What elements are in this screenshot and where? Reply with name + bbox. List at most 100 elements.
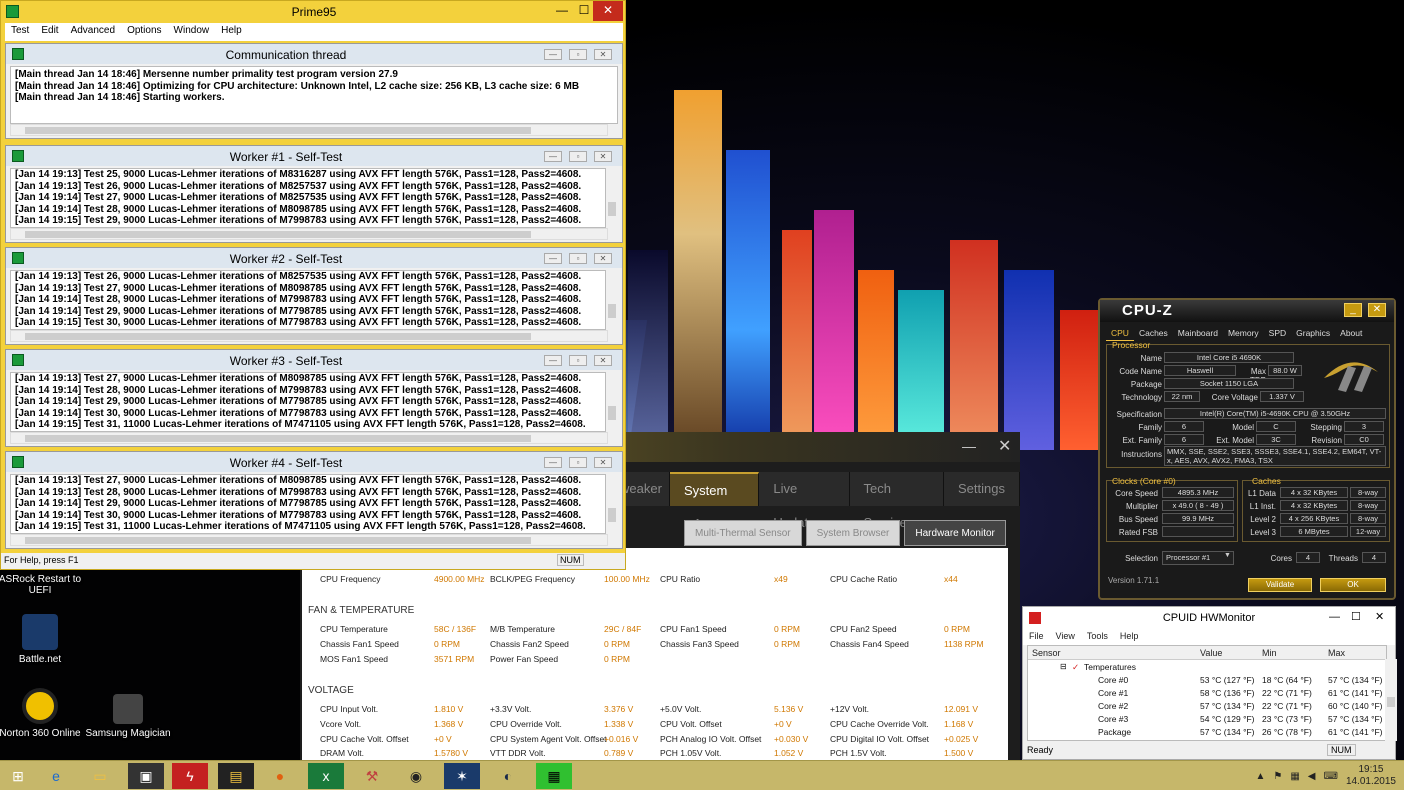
file-explorer-icon[interactable]: ▭	[82, 763, 118, 789]
tab-live-update[interactable]: Live Update	[759, 472, 850, 530]
column-header[interactable]: Sensor	[1032, 648, 1061, 658]
network-icon[interactable]: ▦	[1290, 771, 1299, 782]
minimize-icon[interactable]: —	[544, 151, 562, 162]
instructions-value: MMX, SSE, SSE2, SSE3, SSSE3, SSE4.1, SSE…	[1164, 446, 1386, 466]
column-header[interactable]: Min	[1262, 648, 1277, 658]
ok-button[interactable]: OK	[1320, 578, 1386, 592]
close-icon[interactable]: ✕	[1368, 303, 1386, 317]
close-icon[interactable]: ✕	[593, 1, 623, 21]
close-icon[interactable]: ✕	[998, 436, 1011, 456]
table-row[interactable]: Core #2 57 °C (134 °F) 22 °C (71 °F) 60 …	[1028, 699, 1386, 712]
battle-net-taskbar-icon[interactable]: ✶	[444, 763, 480, 789]
minimize-icon[interactable]: —	[544, 355, 562, 366]
desktop-icon-samsung-magician[interactable]: Samsung Magician	[78, 694, 178, 739]
start-button[interactable]: ⊞	[0, 763, 36, 789]
clock[interactable]: 19:15 14.01.2015	[1346, 764, 1396, 788]
horizontal-scrollbar[interactable]	[10, 432, 608, 444]
internet-explorer-icon[interactable]: e	[38, 763, 74, 789]
menu-edit[interactable]: Edit	[35, 23, 64, 41]
maximize-icon[interactable]: ☐	[1351, 610, 1361, 623]
steam-icon[interactable]: ◐	[490, 763, 526, 789]
menu-window[interactable]: Window	[168, 23, 216, 41]
chevron-up-icon[interactable]: ▲	[1255, 771, 1265, 782]
desktop-icon-norton[interactable]: Norton 360 Online	[0, 688, 90, 739]
tab-tweaker[interactable]: weaker	[620, 472, 670, 506]
menu-view[interactable]: View	[1050, 629, 1081, 645]
tree-group-temperatures[interactable]: ⊟ ✓ Temperatures	[1028, 660, 1386, 673]
column-header[interactable]: Max	[1328, 648, 1345, 658]
tab-spd[interactable]: SPD	[1264, 326, 1291, 341]
prime95-taskbar-icon[interactable]: ▦	[536, 763, 572, 789]
minimize-icon[interactable]: _	[1344, 303, 1362, 317]
multi-thermal-sensor-button[interactable]: Multi-Thermal Sensor	[684, 520, 802, 546]
firefox-icon[interactable]: ●	[262, 763, 298, 789]
flash-app-icon[interactable]: ϟ	[172, 763, 208, 789]
vertical-scrollbar[interactable]	[1385, 659, 1397, 741]
horizontal-scrollbar[interactable]	[10, 330, 608, 342]
horizontal-scrollbar[interactable]	[10, 228, 608, 240]
close-icon[interactable]: ✕	[594, 49, 612, 60]
uefi-icon[interactable]: ◉	[398, 763, 434, 789]
norton-icon	[22, 688, 58, 724]
tab-tech-service[interactable]: Tech Service	[849, 472, 945, 530]
table-row[interactable]: Package 57 °C (134 °F) 26 °C (78 °F) 61 …	[1028, 725, 1386, 738]
tools-icon[interactable]: ⚒	[354, 763, 390, 789]
vertical-scrollbar[interactable]	[606, 372, 618, 432]
minimize-icon[interactable]: —	[1329, 611, 1340, 623]
horizontal-scrollbar[interactable]	[10, 124, 608, 136]
menu-advanced[interactable]: Advanced	[65, 23, 121, 41]
maximize-icon[interactable]: ▫	[569, 49, 587, 60]
tab-caches[interactable]: Caches	[1134, 326, 1173, 341]
flag-icon[interactable]: ⚑	[1273, 771, 1282, 782]
menu-options[interactable]: Options	[121, 23, 167, 41]
validate-button[interactable]: Validate	[1248, 578, 1312, 592]
maximize-icon[interactable]: ▫	[569, 355, 587, 366]
close-icon[interactable]: ✕	[594, 457, 612, 468]
desktop-icon-asrock-restart[interactable]: ASRock Restart to UEFI	[0, 574, 90, 596]
horizontal-scrollbar[interactable]	[10, 534, 608, 546]
vertical-scrollbar[interactable]	[606, 168, 618, 228]
minimize-icon[interactable]: —	[962, 438, 976, 454]
desktop-icon-battle-net[interactable]: Battle.net	[0, 614, 90, 665]
collapse-icon[interactable]: ⊟	[1060, 662, 1067, 671]
menu-help[interactable]: Help	[215, 23, 248, 41]
tab-graphics[interactable]: Graphics	[1291, 326, 1335, 341]
hardware-monitor-button[interactable]: Hardware Monitor	[904, 520, 1006, 546]
asrock-oc-icon[interactable]: ▤	[218, 763, 254, 789]
log-line: [Jan 14 19:15] Test 30, 9000 Lucas-Lehme…	[15, 317, 582, 329]
maximize-icon[interactable]: ▫	[569, 457, 587, 468]
close-icon[interactable]: ✕	[594, 253, 612, 264]
vertical-scrollbar[interactable]	[606, 474, 618, 534]
column-header[interactable]: Value	[1200, 648, 1222, 658]
tab-memory[interactable]: Memory	[1223, 326, 1264, 341]
maximize-icon[interactable]: ▫	[569, 151, 587, 162]
tab-system-info[interactable]: System Info	[670, 472, 760, 532]
menu-file[interactable]: File	[1023, 629, 1050, 645]
tab-settings[interactable]: Settings	[944, 472, 1020, 506]
vertical-scrollbar[interactable]	[606, 270, 618, 330]
tab-about[interactable]: About	[1335, 326, 1367, 341]
maximize-icon[interactable]: ▫	[569, 253, 587, 264]
menu-test[interactable]: Test	[5, 23, 35, 41]
excel-icon[interactable]: x	[308, 763, 344, 789]
system-browser-button[interactable]: System Browser	[805, 520, 901, 546]
table-row[interactable]: Core #3 54 °C (129 °F) 23 °C (73 °F) 57 …	[1028, 712, 1386, 725]
chevron-down-icon[interactable]: ▼	[1224, 552, 1231, 559]
minimize-icon[interactable]: —	[544, 253, 562, 264]
menu-tools[interactable]: Tools	[1081, 629, 1114, 645]
tab-mainboard[interactable]: Mainboard	[1173, 326, 1223, 341]
minimize-icon[interactable]: —	[544, 457, 562, 468]
asrock-app-icon[interactable]: ▣	[128, 763, 164, 789]
menu-help[interactable]: Help	[1114, 629, 1145, 645]
close-icon[interactable]: ✕	[594, 355, 612, 366]
table-row[interactable]: Core #0 53 °C (127 °F) 18 °C (64 °F) 57 …	[1028, 673, 1386, 686]
keyboard-icon[interactable]: ⌨	[1324, 771, 1338, 782]
sensor-min: 18 °C (64 °F)	[1262, 675, 1312, 685]
close-icon[interactable]: ✕	[1375, 610, 1384, 623]
volume-icon[interactable]: ◀	[1308, 771, 1316, 782]
table-row[interactable]: Core #1 58 °C (136 °F) 22 °C (71 °F) 61 …	[1028, 686, 1386, 699]
tab-cpu[interactable]: CPU	[1106, 326, 1134, 341]
minimize-icon[interactable]: —	[544, 49, 562, 60]
close-icon[interactable]: ✕	[594, 151, 612, 162]
window-title: Prime95	[291, 5, 337, 19]
